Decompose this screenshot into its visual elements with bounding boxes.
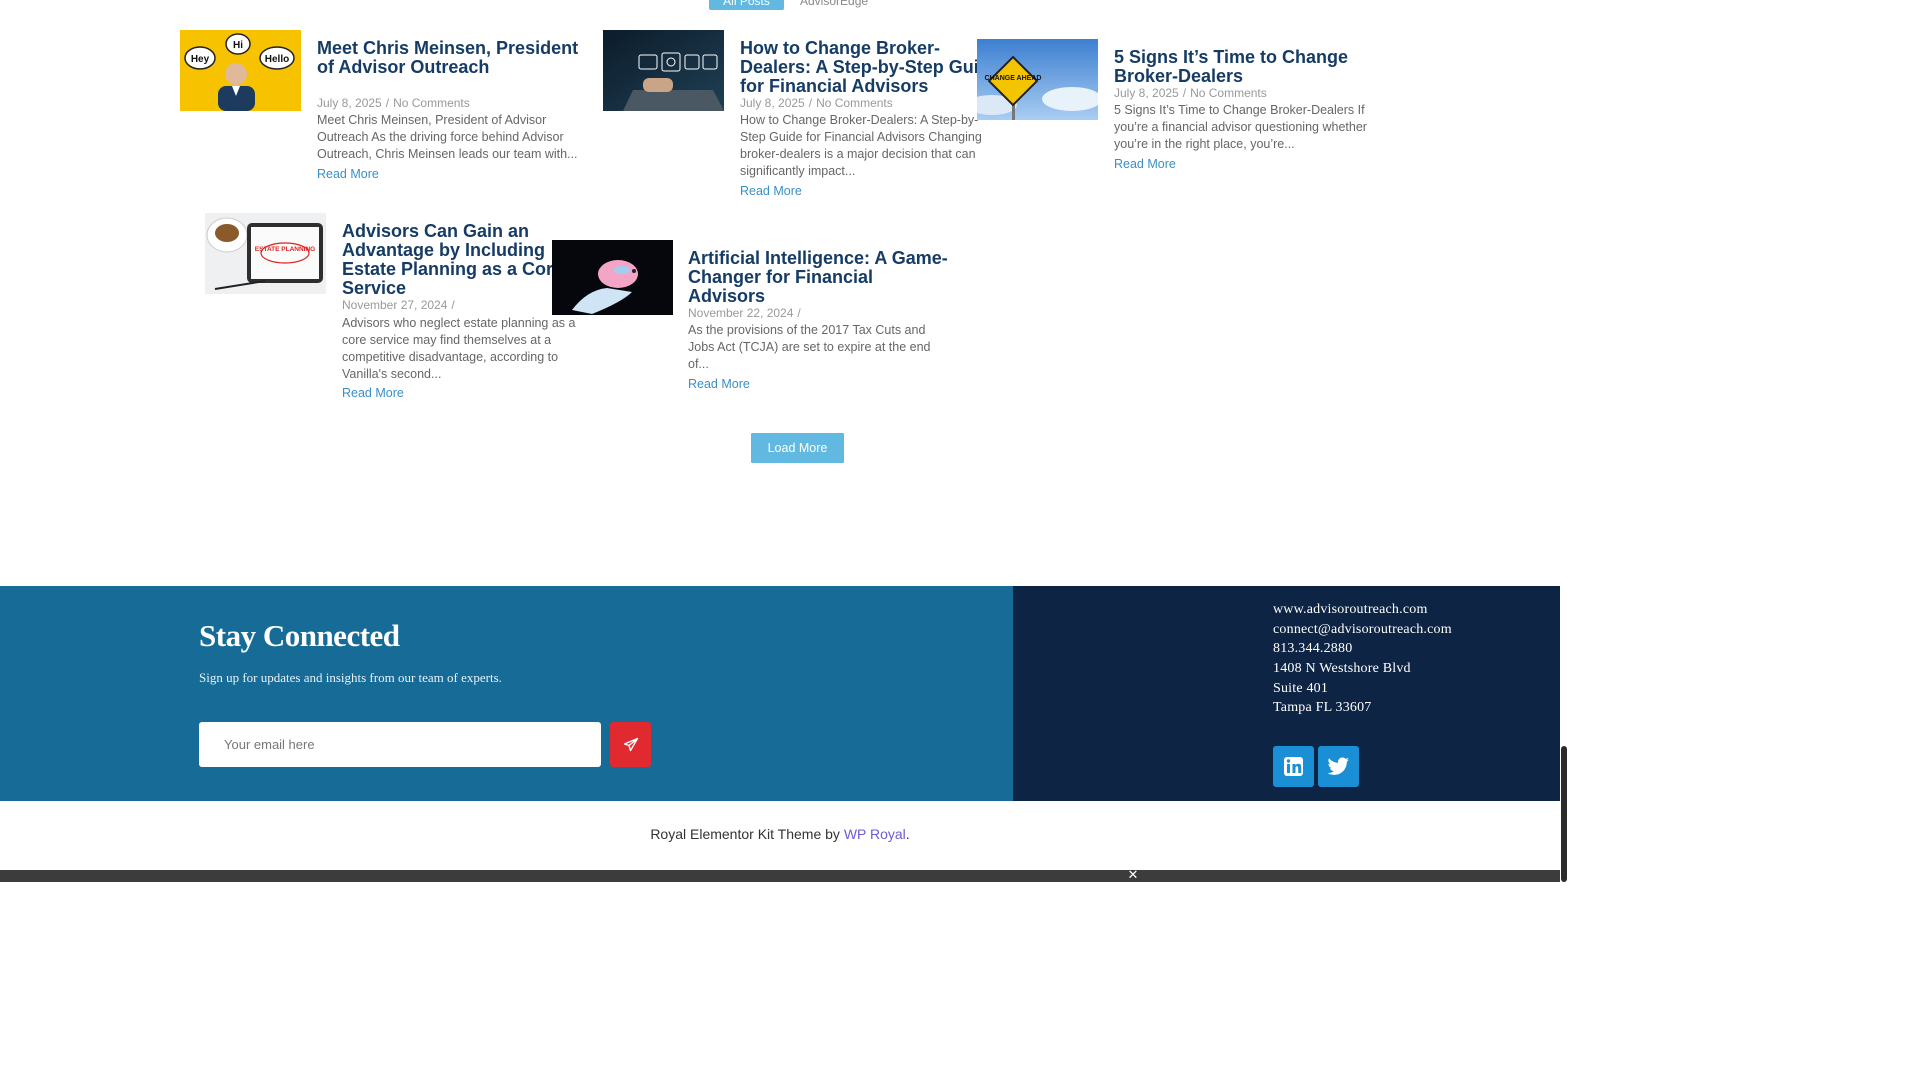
newsletter-subtitle: Sign up for updates and insights from ou… (199, 670, 502, 685)
post-excerpt: How to Change Broker-Dealers: A Step-by-… (740, 113, 982, 178)
post-excerpt: Advisors who neglect estate planning as … (342, 316, 576, 381)
post-meta: November 27, 2024/ (342, 298, 455, 312)
post-date: November 27, 2024 (342, 298, 448, 312)
ai-piggy-bank-image (552, 240, 673, 315)
bubble-hello: Hello (265, 54, 289, 65)
contact-email[interactable]: connect@advisoroutreach.com (1273, 622, 1452, 638)
footer-credits: Royal Elementor Kit Theme by WP Royal. (650, 826, 910, 842)
post-title[interactable]: Advisors Can Gain an Advantage by Includ… (342, 222, 582, 298)
linkedin-icon (1284, 757, 1303, 776)
post-date: July 8, 2025 (1114, 86, 1179, 100)
contact-phone[interactable]: 813.344.2880 (1273, 641, 1352, 657)
wp-royal-link[interactable]: WP Royal (844, 826, 906, 842)
post-title[interactable]: Artificial Intelligence: A Game-Changer … (688, 249, 950, 306)
tablet-text: ESTATE PLANNING (255, 246, 315, 253)
post-comments[interactable]: No Comments (393, 96, 470, 110)
post-meta: July 8, 2025/No Comments (317, 96, 470, 110)
sign-text: CHANGE AHEAD (985, 75, 1042, 82)
read-more-link[interactable]: Read More (1114, 157, 1176, 171)
linkedin-button[interactable] (1273, 746, 1314, 787)
meet-chris-image: Hey Hi Hello (180, 30, 301, 111)
bubble-hey: Hey (191, 54, 210, 65)
post-comments[interactable]: No Comments (816, 96, 893, 110)
read-more-link[interactable]: Read More (740, 184, 802, 198)
post-comments[interactable]: No Comments (1190, 86, 1267, 100)
scrollbar-thumb[interactable] (1561, 746, 1567, 882)
post-title[interactable]: Meet Chris Meinsen, President of Advisor… (317, 39, 587, 77)
read-more-link[interactable]: Read More (317, 167, 379, 181)
post-date: July 8, 2025 (317, 96, 382, 110)
filter-tab-advisoredge[interactable]: AdvisorEdge (800, 0, 868, 10)
filter-tab-all-posts[interactable]: All Posts (709, 0, 784, 10)
load-more-button[interactable]: Load More (751, 433, 844, 463)
read-more-link[interactable]: Read More (688, 377, 750, 391)
contact-address-line3: Tampa FL 33607 (1273, 700, 1372, 715)
post-thumbnail[interactable]: CHANGE AHEAD (977, 39, 1098, 120)
change-ahead-sign-image: CHANGE AHEAD (977, 39, 1098, 120)
contact-website[interactable]: www.advisoroutreach.com (1273, 602, 1428, 618)
newsletter-section (0, 586, 1014, 801)
post-meta: November 22, 2024/ (688, 306, 801, 320)
estate-planning-tablet-image: ESTATE PLANNING (205, 213, 326, 294)
post-excerpt: As the provisions of the 2017 Tax Cuts a… (688, 323, 931, 371)
post-thumbnail[interactable]: ESTATE PLANNING (205, 213, 326, 294)
post-meta: July 8, 2025/No Comments (740, 96, 893, 110)
laptop-image (603, 30, 724, 111)
post-thumbnail[interactable]: Hey Hi Hello (180, 30, 301, 111)
email-field[interactable] (199, 722, 601, 767)
send-icon (623, 737, 638, 751)
close-icon[interactable]: ✕ (1126, 868, 1140, 882)
post-thumbnail[interactable] (603, 30, 724, 111)
read-more-link[interactable]: Read More (342, 386, 404, 400)
contact-address-line1: 1408 N Westshore Blvd (1273, 661, 1411, 676)
post-date: July 8, 2025 (740, 96, 805, 110)
post-meta: July 8, 2025/No Comments (1114, 86, 1267, 100)
post-thumbnail[interactable] (552, 240, 673, 315)
newsletter-title: Stay Connected (199, 618, 400, 653)
post-excerpt: 5 Signs It’s Time to Change Broker-Deale… (1114, 103, 1367, 151)
bubble-hi: Hi (233, 40, 243, 51)
post-title[interactable]: 5 Signs It’s Time to Change Broker-Deale… (1114, 48, 1389, 86)
twitter-icon (1327, 757, 1349, 775)
post-excerpt: Meet Chris Meinsen, President of Advisor… (317, 113, 578, 161)
twitter-button[interactable] (1318, 746, 1359, 787)
bottom-bar (0, 870, 1560, 882)
subscribe-button[interactable] (610, 722, 651, 767)
contact-address-line2: Suite 401 (1273, 681, 1329, 696)
post-date: November 22, 2024 (688, 306, 794, 320)
post-title[interactable]: How to Change Broker-Dealers: A Step-by-… (740, 39, 1000, 96)
